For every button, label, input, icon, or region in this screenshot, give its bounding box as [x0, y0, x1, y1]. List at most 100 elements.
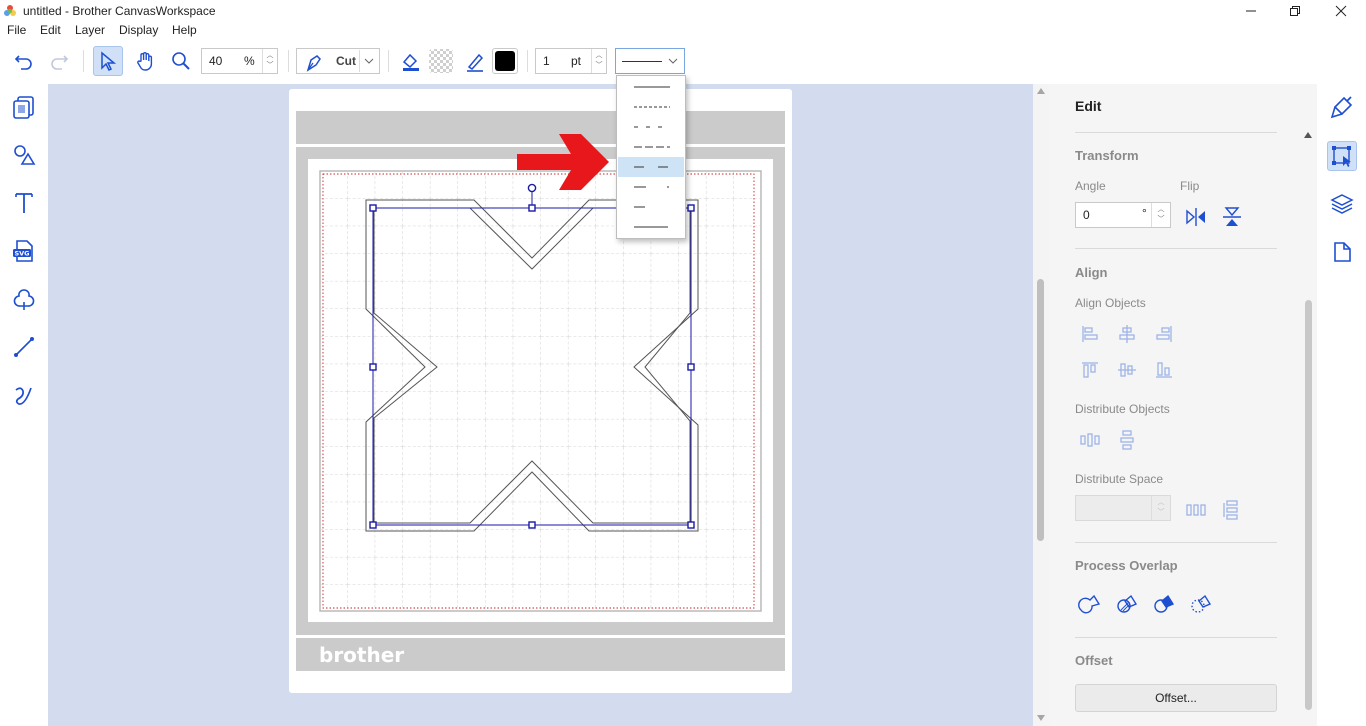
scroll-up-icon[interactable] [1037, 88, 1045, 94]
line-width-stepper[interactable]: ︿ ﹀ [591, 49, 606, 73]
distribute-space-input[interactable]: ︿ ﹀ [1075, 495, 1171, 521]
align-center-horizontal-icon[interactable] [1114, 321, 1140, 347]
line-tool-icon[interactable] [9, 332, 39, 362]
align-top-icon[interactable] [1077, 357, 1103, 383]
right-icon-bar [1317, 84, 1366, 726]
scroll-down-icon[interactable] [1037, 715, 1045, 721]
panel-scrollbar-thumb[interactable] [1305, 300, 1312, 710]
toolbar-divider [388, 50, 389, 72]
color-swatch [495, 51, 515, 71]
shapes-icon[interactable] [9, 140, 39, 170]
menu-edit[interactable]: Edit [40, 23, 61, 37]
zoom-tool-button[interactable] [166, 46, 196, 76]
menu-bar [0, 22, 1366, 40]
zoom-stepper[interactable]: ︿ ﹀ [262, 49, 277, 73]
app-logo-icon [3, 4, 17, 18]
distribute-vertical-icon[interactable] [1114, 427, 1140, 453]
line-width-input[interactable]: 1 pt ︿ ﹀ [535, 48, 607, 74]
hand-tool-button[interactable] [130, 46, 160, 76]
menu-file[interactable]: File [7, 23, 26, 37]
menu-layer[interactable]: Layer [75, 23, 105, 37]
line-type-dropdown[interactable] [615, 48, 685, 74]
distribute-space-vertical-icon[interactable] [1219, 497, 1245, 523]
select-tool-button[interactable] [93, 46, 123, 76]
text-icon[interactable] [9, 188, 39, 218]
align-left-icon[interactable] [1077, 321, 1103, 347]
weld-icon[interactable] [1077, 591, 1103, 617]
distribute-space-stepper[interactable]: ︿ ﹀ [1151, 496, 1170, 520]
line-option-wide-dash[interactable] [618, 157, 684, 177]
flip-horizontal-icon[interactable] [1183, 204, 1209, 230]
toolbar-divider [527, 50, 528, 72]
offset-heading: Offset [1075, 653, 1113, 668]
undo-button[interactable] [9, 46, 39, 76]
divider [1075, 637, 1277, 638]
solid-line-preview [622, 61, 662, 62]
chevron-down-icon [364, 58, 374, 64]
align-bottom-icon[interactable] [1151, 357, 1177, 383]
distribute-space-horizontal-icon[interactable] [1183, 497, 1209, 523]
process-overlap-heading: Process Overlap [1075, 558, 1178, 573]
menu-display[interactable]: Display [119, 23, 158, 37]
svg-import-icon[interactable]: SVG [9, 236, 39, 266]
edit-transform-icon[interactable] [1327, 141, 1357, 171]
canvas-scrollbar[interactable] [1033, 84, 1049, 726]
line-width-unit: pt [571, 54, 582, 68]
angle-value: 0 [1083, 208, 1090, 222]
divide-icon[interactable] [1188, 591, 1214, 617]
intersect-icon[interactable] [1114, 591, 1140, 617]
panel-scroll-up-icon[interactable] [1304, 132, 1312, 138]
line-option-dash-dot[interactable] [618, 177, 684, 197]
zoom-unit: % [244, 54, 255, 68]
minimize-button[interactable] [1228, 0, 1274, 22]
transform-heading: Transform [1075, 148, 1139, 163]
toolbar-divider [288, 50, 289, 72]
zoom-value: 40 [209, 54, 223, 68]
line-color-swatch[interactable] [492, 48, 518, 74]
templates-icon[interactable] [9, 92, 39, 122]
divider [1075, 132, 1277, 133]
maximize-button[interactable] [1272, 0, 1318, 22]
toolbar-divider [83, 50, 84, 72]
angle-unit: ° [1142, 206, 1147, 220]
line-option-solid-long[interactable] [618, 217, 684, 237]
brother-logo: brother [319, 643, 404, 667]
align-objects-label: Align Objects [1075, 296, 1146, 310]
divider [1075, 248, 1277, 249]
red-arrow-annotation [517, 134, 609, 190]
flip-label: Flip [1180, 179, 1200, 193]
distribute-space-label: Distribute Space [1075, 472, 1164, 486]
subtract-icon[interactable] [1151, 591, 1177, 617]
line-option-fine-dash[interactable] [618, 97, 684, 117]
redo-button[interactable] [44, 46, 74, 76]
mode-dropdown[interactable]: Cut [296, 48, 380, 74]
line-option-sparse-dash[interactable] [618, 197, 684, 217]
line-width-value: 1 [543, 54, 550, 68]
line-option-solid[interactable] [618, 77, 684, 97]
line-color-button[interactable] [460, 46, 490, 76]
line-option-dash[interactable] [618, 117, 684, 137]
offset-button[interactable]: Offset... [1075, 684, 1277, 712]
freehand-tool-icon[interactable] [9, 380, 39, 410]
image-trace-icon[interactable] [9, 284, 39, 314]
layers-icon[interactable] [1327, 189, 1357, 219]
flip-vertical-icon[interactable] [1219, 204, 1245, 230]
paint-brush-icon[interactable] [1327, 92, 1357, 122]
page-setup-icon[interactable] [1327, 237, 1357, 267]
angle-input[interactable]: 0 ° ︿ ﹀ [1075, 202, 1171, 228]
zoom-input[interactable]: 40 % ︿ ﹀ [201, 48, 278, 74]
svg-text:SVG: SVG [14, 250, 29, 258]
chevron-down-icon [668, 58, 678, 64]
distribute-horizontal-icon[interactable] [1077, 427, 1103, 453]
align-right-icon[interactable] [1151, 321, 1177, 347]
menu-help[interactable]: Help [172, 23, 197, 37]
line-option-long-dash[interactable] [618, 137, 684, 157]
angle-stepper[interactable]: ︿ ﹀ [1151, 203, 1170, 227]
scrollbar-thumb[interactable] [1037, 279, 1044, 541]
fill-color-button[interactable] [396, 46, 426, 76]
transparent-fill-swatch[interactable] [428, 48, 454, 74]
align-middle-vertical-icon[interactable] [1114, 357, 1140, 383]
close-button[interactable] [1318, 0, 1364, 22]
align-heading: Align [1075, 265, 1108, 280]
cut-pen-icon [306, 55, 321, 72]
